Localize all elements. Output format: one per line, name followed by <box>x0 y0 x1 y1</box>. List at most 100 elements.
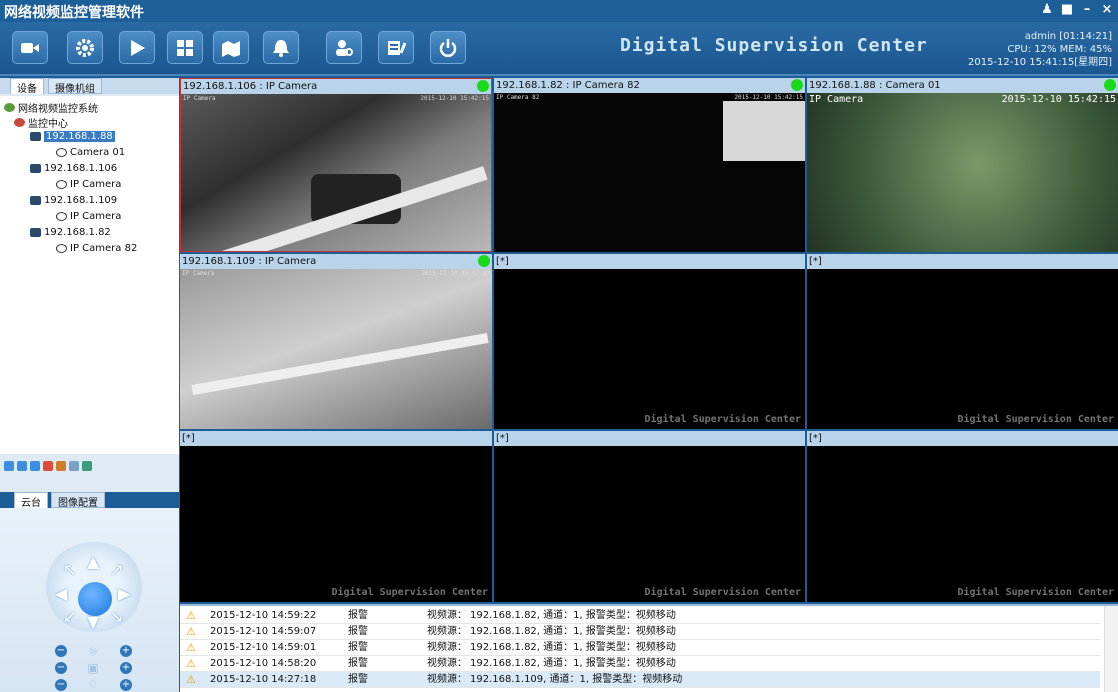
cell-title: 192.168.1.106 : IP Camera <box>181 79 491 94</box>
video-cell-6[interactable]: [*] Digital Supervision Center <box>807 254 1118 429</box>
log-row[interactable]: ⚠ 2015-12-10 14:59:07 报警 视频源： 192.168.1.… <box>180 624 1100 640</box>
ptz-down-left-icon[interactable]: ↙ <box>63 607 76 626</box>
video-cell-5[interactable]: [*] Digital Supervision Center <box>494 254 805 429</box>
delete-icon[interactable] <box>43 461 53 471</box>
video-cell-4[interactable]: 192.168.1.109 : IP Camera IP Camera 2015… <box>180 254 492 429</box>
tab-ptz[interactable]: 云台 <box>14 492 48 509</box>
down-arrow-icon[interactable] <box>4 461 14 471</box>
log-type: 报警 <box>348 610 368 621</box>
grid-icon[interactable] <box>167 31 203 64</box>
dvr-icon <box>30 132 41 141</box>
ptz-center-button[interactable] <box>78 582 112 616</box>
resource-usage: CPU: 12% MEM: 45% <box>1007 44 1112 55</box>
tree-camera-4[interactable]: IP Camera 82 <box>56 243 137 254</box>
user-search-icon[interactable] <box>326 31 362 64</box>
tab-devices[interactable]: 设备 <box>10 78 44 95</box>
warning-icon: ⚠ <box>186 673 196 686</box>
zoom-out-button[interactable]: − <box>55 645 67 657</box>
add-icon[interactable] <box>17 461 27 471</box>
ptz-up-right-icon[interactable]: ↗ <box>110 560 123 579</box>
tree-device-2[interactable]: 192.168.1.106 <box>30 163 117 174</box>
power-icon[interactable] <box>430 31 466 64</box>
log-label: 视频源： <box>427 658 467 669</box>
bell-icon[interactable] <box>263 31 299 64</box>
ptz-tabs: 云台 图像配置 <box>0 492 179 509</box>
watermark: Digital Supervision Center <box>957 414 1114 425</box>
title-bar: 网络视频监控管理软件 ♟ ■ – × <box>0 0 1118 22</box>
video-cell-1[interactable]: 192.168.1.106 : IP Camera IP Camera 2015… <box>180 78 492 252</box>
tree-root[interactable]: 网络视频监控系统 <box>4 100 98 115</box>
remove-icon[interactable] <box>30 461 40 471</box>
video-feed: Digital Supervision Center <box>494 446 805 602</box>
log-icon[interactable] <box>378 31 414 64</box>
watermark: Digital Supervision Center <box>957 587 1114 598</box>
video-cell-9[interactable]: [*] Digital Supervision Center <box>807 431 1118 602</box>
video-feed: Digital Supervision Center <box>807 446 1118 602</box>
tab-image-config[interactable]: 图像配置 <box>51 492 105 509</box>
tree-center[interactable]: 监控中心 <box>14 115 68 130</box>
close-button[interactable]: × <box>1100 2 1114 17</box>
iris-close-button[interactable]: − <box>55 679 67 691</box>
toolbar: Digital Supervision Center admin [01:14:… <box>0 22 1118 76</box>
tree-device-4[interactable]: 192.168.1.82 <box>30 227 111 238</box>
osd-time: 2015-12-10 15:42:15 <box>734 94 803 101</box>
app-title: 网络视频监控管理软件 <box>4 5 144 21</box>
ptz-toolbar <box>0 458 179 474</box>
tab-camera-group[interactable]: 摄像机组 <box>48 78 102 95</box>
tree-device-1[interactable]: 192.168.1.88 <box>30 131 115 142</box>
gear-icon[interactable] <box>67 31 103 64</box>
log-row[interactable]: ⚠ 2015-12-10 14:58:20 报警 视频源： 192.168.1.… <box>180 656 1100 672</box>
video-feed: Digital Supervision Center <box>494 269 805 429</box>
tree-camera-2[interactable]: IP Camera <box>56 179 121 190</box>
log-row[interactable]: ⚠ 2015-12-10 14:59:22 报警 视频源： 192.168.1.… <box>180 608 1100 624</box>
osd-name: IP Camera <box>183 95 216 102</box>
ptz-up-left-icon[interactable]: ↖ <box>63 560 76 579</box>
tree-device-3[interactable]: 192.168.1.109 <box>30 195 117 206</box>
map-icon[interactable] <box>213 31 249 64</box>
warning-icon: ⚠ <box>186 641 196 654</box>
play-icon[interactable] <box>119 31 155 64</box>
status-dot <box>477 80 489 92</box>
log-message: 192.168.1.109, 通道：1, 报警类型：视频移动 <box>470 674 683 685</box>
ptz-right-icon[interactable]: ▶ <box>118 584 130 603</box>
clock-icon[interactable] <box>56 461 66 471</box>
osd-time: 2015-12-10 15:42:15 <box>1001 94 1116 105</box>
video-cell-8[interactable]: [*] Digital Supervision Center <box>494 431 805 602</box>
ptz-down-right-icon[interactable]: ↘ <box>110 607 123 626</box>
alarm-log: ⚠ 2015-12-10 14:59:22 报警 视频源： 192.168.1.… <box>180 604 1118 692</box>
lock-icon[interactable]: ■ <box>1060 2 1074 17</box>
tree-camera-3[interactable]: IP Camera <box>56 211 121 222</box>
log-type: 报警 <box>348 674 368 685</box>
search-icon[interactable] <box>69 461 79 471</box>
log-scrollbar[interactable] <box>1104 606 1118 692</box>
ptz-up-icon[interactable]: ▲ <box>87 552 99 571</box>
log-row[interactable]: ⚠ 2015-12-10 14:27:18 报警 视频源： 192.168.1.… <box>180 672 1100 688</box>
center-icon <box>14 118 25 127</box>
tree-camera-1[interactable]: Camera 01 <box>56 147 125 158</box>
log-message: 192.168.1.82, 通道：1, 报警类型：视频移动 <box>470 658 676 669</box>
log-type: 报警 <box>348 626 368 637</box>
focus-out-button[interactable]: − <box>55 662 67 674</box>
camera-node-icon <box>56 180 67 189</box>
log-message: 192.168.1.82, 通道：1, 报警类型：视频移动 <box>470 626 676 637</box>
minimize-button[interactable]: – <box>1080 2 1094 17</box>
user-icon[interactable]: ♟ <box>1040 2 1054 17</box>
iris-open-button[interactable]: + <box>120 679 132 691</box>
video-cell-7[interactable]: [*] Digital Supervision Center <box>180 431 492 602</box>
cell-title: 192.168.1.88 : Camera 01 <box>807 78 1118 93</box>
log-row[interactable]: ⚠ 2015-12-10 14:59:01 报警 视频源： 192.168.1.… <box>180 640 1100 656</box>
camera-node-icon <box>56 244 67 253</box>
video-feed: IP Camera 2015-12-10 15:42:15 <box>181 94 491 251</box>
cell-title: [*] <box>494 254 805 269</box>
video-cell-3[interactable]: 192.168.1.88 : Camera 01 IP Camera 2015-… <box>807 78 1118 252</box>
watermark: Digital Supervision Center <box>644 587 801 598</box>
ptz-left-icon[interactable]: ◀ <box>55 584 67 603</box>
brand-title: Digital Supervision Center <box>620 35 928 56</box>
camera-icon[interactable] <box>12 31 48 64</box>
video-feed: IP Camera 2015-12-10 15:42:15 <box>807 93 1118 252</box>
video-cell-2[interactable]: 192.168.1.82 : IP Camera 82 IP Camera 82… <box>494 78 805 252</box>
log-label: 视频源： <box>427 610 467 621</box>
focus-in-button[interactable]: + <box>120 662 132 674</box>
globe-icon[interactable] <box>82 461 92 471</box>
zoom-in-button[interactable]: + <box>120 645 132 657</box>
